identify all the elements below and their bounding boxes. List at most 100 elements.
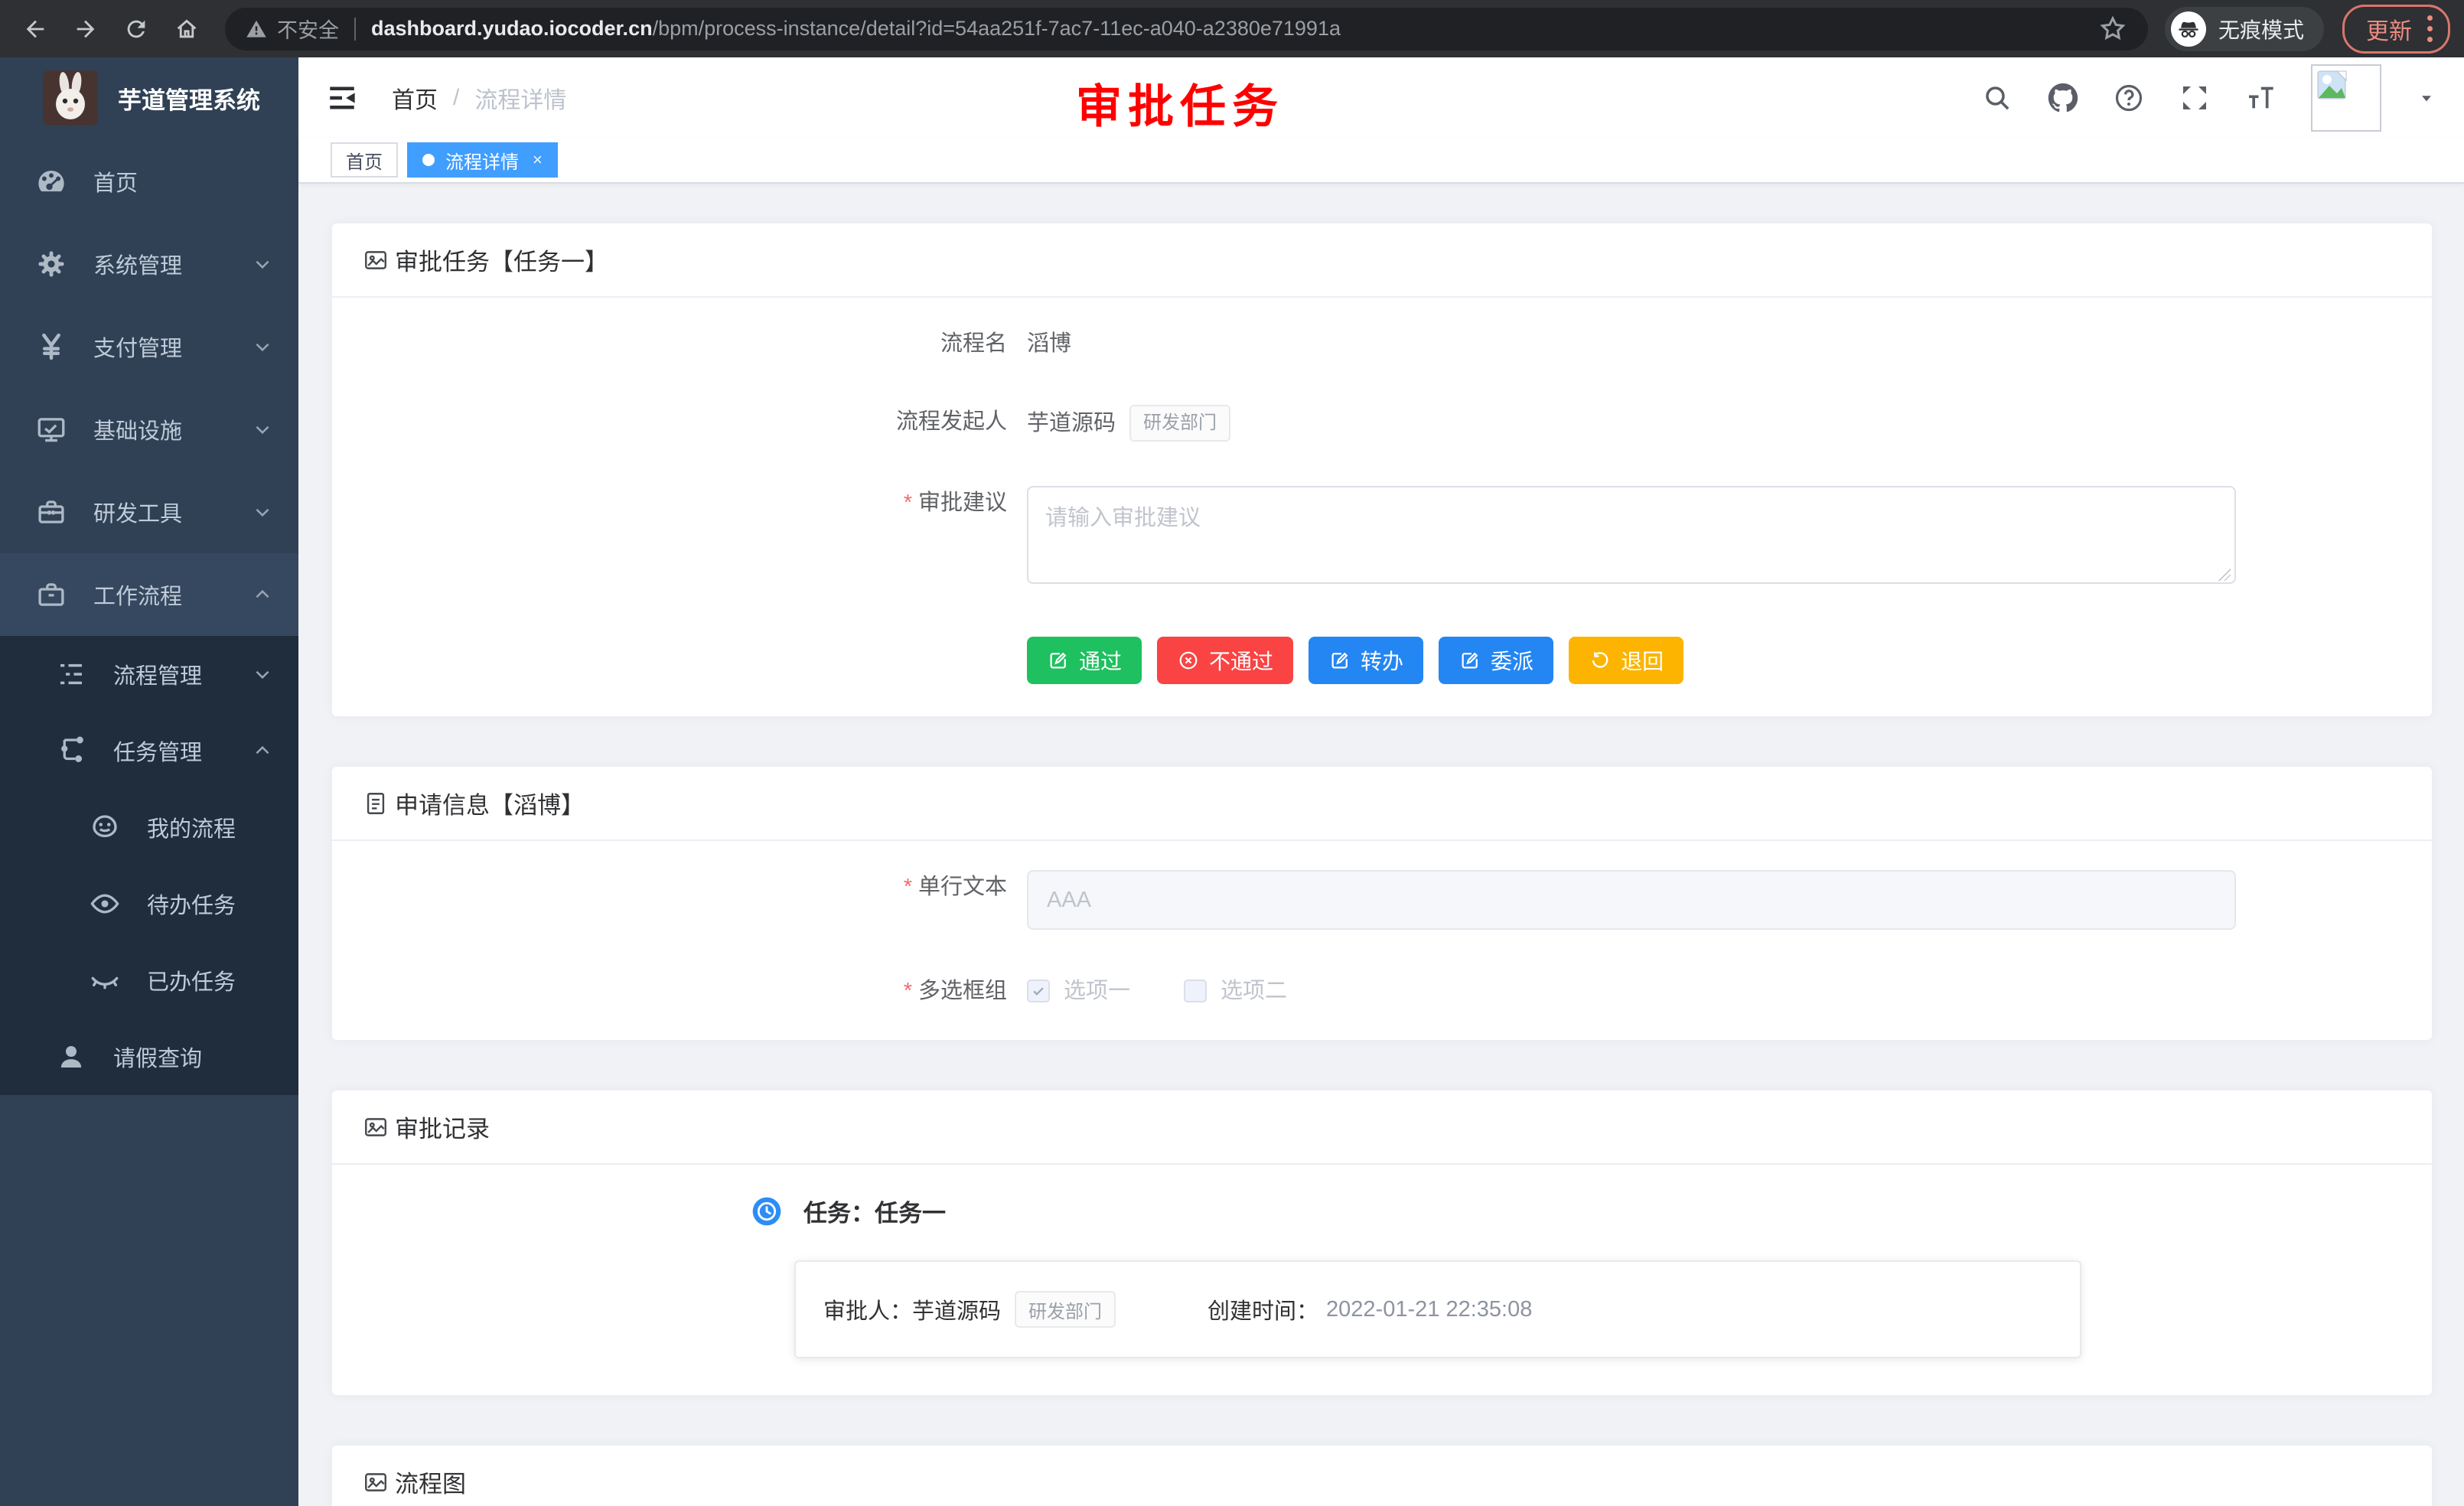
sidebar-item-done-tasks[interactable]: 已办任务 (0, 942, 298, 1019)
caret-down-icon[interactable] (2417, 88, 2436, 108)
process-name-value: 滔博 (1027, 327, 1071, 360)
initiator-dept-tag: 研发部门 (1129, 405, 1230, 442)
tag-close-icon[interactable]: × (533, 152, 543, 168)
sidebar-item-process-mgmt[interactable]: 流程管理 (0, 636, 298, 712)
chevron-down-icon (253, 419, 272, 439)
initiator-value: 芋道源码 研发部门 (1027, 405, 1230, 442)
sidebar-item-task-mgmt[interactable]: 任务管理 (0, 712, 298, 789)
breadcrumb-current: 流程详情 (474, 81, 566, 115)
sidebar-menu: 首页 系统管理 (0, 140, 298, 1095)
comment-textarea[interactable] (1027, 486, 2236, 584)
checkbox-checked-icon (1027, 980, 1050, 1002)
sidebar-item-workflow[interactable]: 工作流程 (0, 553, 298, 636)
sidebar-item-todo-tasks[interactable]: 待办任务 (0, 865, 298, 942)
required-asterisk: * (904, 875, 912, 899)
approve-button[interactable]: 通过 (1027, 637, 1142, 684)
timeline-node: 任务：任务一 (751, 1194, 2432, 1228)
sidebar-item-infrastructure[interactable]: 基础设施 (0, 388, 298, 471)
chevron-up-icon (253, 741, 272, 761)
bookmark-star-icon[interactable] (2097, 14, 2128, 44)
breadcrumb-home[interactable]: 首页 (392, 81, 438, 115)
chevron-up-icon (253, 585, 272, 605)
app-title: 芋道管理系统 (118, 81, 260, 116)
chevron-down-icon (253, 337, 272, 357)
yen-icon (35, 331, 67, 363)
user-avatar[interactable] (2311, 64, 2381, 132)
screen: 不安全 dashboard.yudao.iocoder.cn/bpm/proce… (0, 0, 2464, 1506)
help-icon[interactable] (2114, 83, 2144, 113)
search-icon[interactable] (1982, 83, 2013, 113)
task-title: 任务：任务一 (803, 1194, 946, 1228)
picture-icon (363, 247, 389, 273)
forward-icon (73, 16, 99, 42)
card-body: 流程名 滔博 流程发起人 芋道源码 研发部门 *审批建议 (332, 298, 2432, 716)
tag-label: 首页 (346, 147, 383, 174)
dashboard-icon (35, 165, 67, 197)
security-label: 不安全 (277, 14, 339, 44)
picture-icon (363, 1469, 389, 1495)
edit-icon (1459, 649, 1481, 672)
url-divider (354, 18, 356, 41)
sidebar-logo-row: 芋道管理系统 (0, 57, 298, 139)
font-size-icon[interactable] (2245, 83, 2276, 113)
gear-icon (35, 248, 67, 280)
card-title: 申请信息【滔博】 (395, 786, 585, 820)
sidebar: 芋道管理系统 首页 (0, 57, 298, 1506)
chevron-down-icon (253, 254, 272, 274)
eye-open-icon (89, 888, 121, 920)
picture-icon (363, 1114, 389, 1140)
tag-home[interactable]: 首页 (331, 142, 398, 178)
browser-update-menu-button[interactable]: 更新 (2342, 5, 2450, 54)
clock-icon (751, 1196, 782, 1227)
app-frame: 芋道管理系统 首页 (0, 57, 2464, 1506)
delegate-button[interactable]: 委派 (1439, 637, 1553, 684)
chevron-down-icon (253, 502, 272, 522)
forward-button[interactable] (64, 8, 107, 51)
url-text: dashboard.yudao.iocoder.cn/bpm/process-i… (371, 17, 1341, 41)
document-icon (363, 790, 389, 817)
tag-process-detail[interactable]: 流程详情 × (407, 142, 558, 178)
breadcrumb: 首页 / 流程详情 (392, 81, 566, 115)
sidebar-item-my-process[interactable]: 我的流程 (0, 789, 298, 865)
browser-toolbar: 不安全 dashboard.yudao.iocoder.cn/bpm/proce… (0, 0, 2464, 57)
sidebar-item-home[interactable]: 首页 (0, 140, 298, 223)
card-body: *单行文本 AAA *多选框组 (332, 841, 2432, 1040)
card-header: 审批任务【任务一】 (332, 223, 2432, 298)
sidebar-item-label: 待办任务 (147, 888, 236, 920)
github-icon[interactable] (2048, 83, 2078, 113)
transfer-button[interactable]: 转办 (1309, 637, 1423, 684)
reject-button[interactable]: 不通过 (1157, 637, 1293, 684)
edit-icon (1328, 649, 1351, 672)
fullscreen-icon[interactable] (2179, 83, 2210, 113)
checkbox-option-2: 选项二 (1184, 974, 1287, 1008)
navbar-icons (1982, 64, 2436, 132)
back-button[interactable] (14, 8, 57, 51)
card-title: 流程图 (395, 1465, 466, 1499)
face-icon (89, 811, 121, 843)
text-field-label: *单行文本 (332, 870, 1027, 904)
reload-button[interactable] (115, 8, 158, 51)
not-secure-warning-icon (245, 18, 268, 41)
broken-image-icon (2317, 70, 2351, 104)
url-bar[interactable]: 不安全 dashboard.yudao.iocoder.cn/bpm/proce… (225, 8, 2148, 51)
sidebar-item-system[interactable]: 系统管理 (0, 223, 298, 305)
return-button[interactable]: 退回 (1569, 637, 1683, 684)
sidebar-collapse-icon[interactable] (326, 82, 358, 114)
sidebar-item-payment[interactable]: 支付管理 (0, 305, 298, 388)
sidebar-item-label: 工作流程 (93, 579, 182, 611)
initiator-name: 芋道源码 (1027, 406, 1116, 440)
approval-buttons: 通过 不通过 转办 委 (1027, 637, 2432, 684)
home-button[interactable] (165, 8, 208, 51)
workflow-submenu: 流程管理 任务管理 (0, 636, 298, 1095)
process-name-label: 流程名 (332, 327, 1027, 360)
comment-label: *审批建议 (332, 486, 1027, 520)
home-icon (174, 16, 200, 42)
approval-timeline: 任务：任务一 审批人： 芋道源码 研发部门 创建时间： 2022-01-21 2… (332, 1194, 2432, 1358)
monitor-icon (35, 413, 67, 445)
sidebar-item-leave-query[interactable]: 请假查询 (0, 1019, 298, 1095)
approval-record-item: 审批人： 芋道源码 研发部门 创建时间： 2022-01-21 22:35:08 (794, 1260, 2081, 1358)
tags-view-bar: 首页 流程详情 × (298, 138, 2464, 184)
approval-task-card: 审批任务【任务一】 流程名 滔博 流程发起人 芋道源码 研发部门 (331, 222, 2433, 718)
sidebar-item-dev-tools[interactable]: 研发工具 (0, 471, 298, 553)
application-info-card: 申请信息【滔博】 *单行文本 AAA *多选框组 (331, 765, 2433, 1041)
